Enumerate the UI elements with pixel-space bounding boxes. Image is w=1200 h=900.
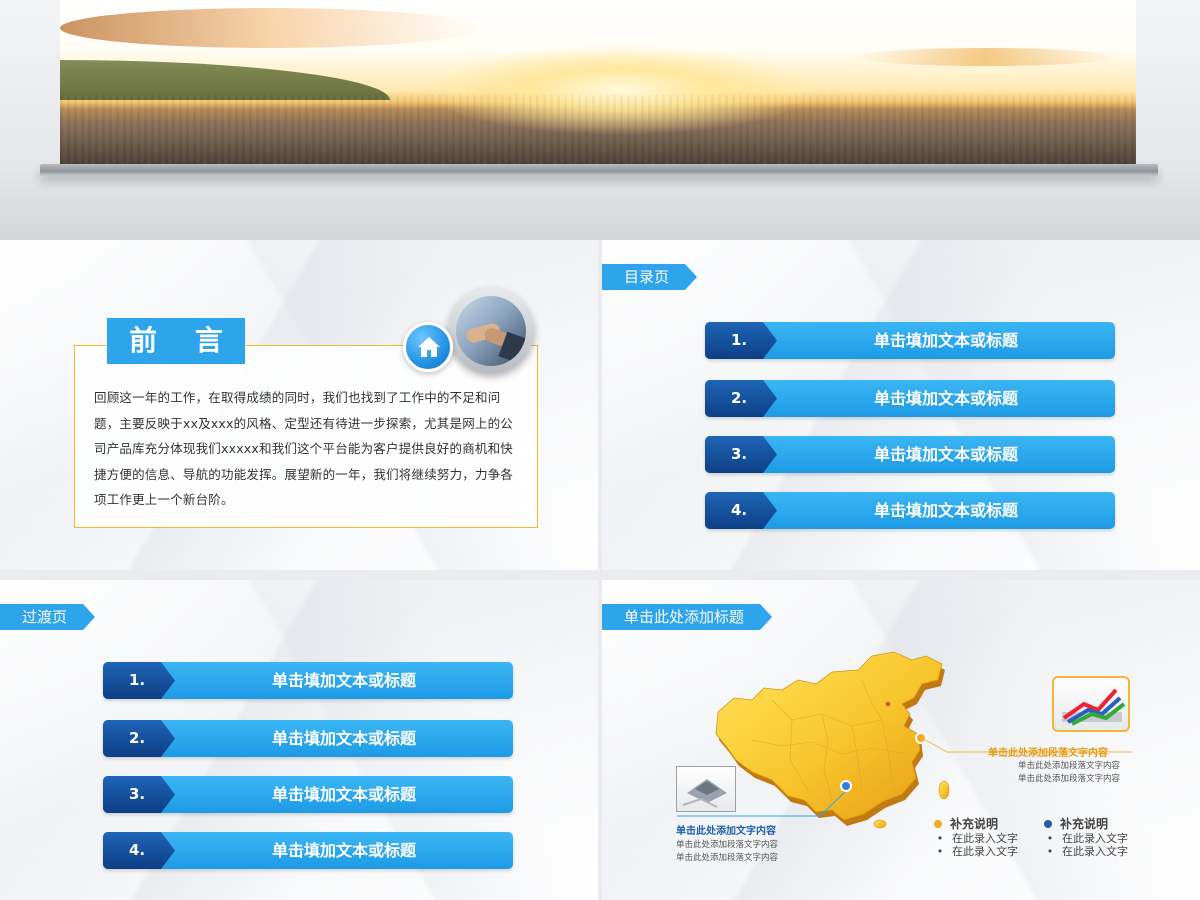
toc-item-label: 单击填加文本或标题 — [873, 389, 1018, 408]
transition-item-3[interactable]: 3. 单击填加文本或标题 — [103, 776, 513, 813]
preface-title: 前 言 — [107, 318, 245, 364]
legend-dot-blue — [1044, 820, 1052, 828]
transition-item-4[interactable]: 4. 单击填加文本或标题 — [103, 832, 513, 869]
legend-column-1: 补充说明 • 在此录入文字 • 在此录入文字 — [934, 817, 1018, 859]
transition-item-number: 4. — [103, 832, 175, 869]
toc-item-label: 单击填加文本或标题 — [873, 445, 1018, 464]
toc-item-number: 4. — [705, 492, 777, 529]
growth-chart-image — [1052, 676, 1130, 732]
home-icon — [403, 322, 453, 372]
toc-item-number: 1. — [705, 322, 777, 359]
legend-item: 在此录入文字 — [1062, 831, 1128, 845]
transition-item-label: 单击填加文本或标题 — [271, 785, 416, 804]
toc-slide[interactable]: 目录页 1. 单击填加文本或标题 2. 单击填加文本或标题 3. 单击填加文本或… — [602, 240, 1200, 570]
transition-item-number: 2. — [103, 720, 175, 757]
callout-left-line1: 单击此处添加段落文字内容 — [676, 840, 779, 850]
callout-left-line2: 单击此处添加段落文字内容 — [676, 853, 779, 863]
banner-shelf-bar — [40, 164, 1158, 176]
transition-item-number: 3. — [103, 776, 175, 813]
toc-item-number: 2. — [705, 380, 777, 417]
toc-item-2[interactable]: 2. 单击填加文本或标题 — [705, 380, 1115, 417]
transition-item-label: 单击填加文本或标题 — [271, 671, 416, 690]
legend-dot-orange — [934, 820, 942, 828]
callout-right-line2: 单击此处添加段落文字内容 — [1018, 774, 1121, 784]
transition-item-label: 单击填加文本或标题 — [271, 729, 416, 748]
transition-slide[interactable]: 过渡页 1. 单击填加文本或标题 2. 单击填加文本或标题 3. 单击填加文本或… — [0, 580, 598, 900]
toc-tag: 目录页 — [602, 264, 697, 290]
toc-item-3[interactable]: 3. 单击填加文本或标题 — [705, 436, 1115, 473]
preface-slide[interactable]: 前 言 回顾这一年的工作，在取得成绩的同时，我们也找到了工作中的不足和问题，主要… — [0, 240, 598, 570]
handshake-photo — [448, 288, 534, 374]
toc-item-label: 单击填加文本或标题 — [873, 501, 1018, 520]
model-house-image — [676, 766, 736, 812]
legend-item: 在此录入文字 — [952, 831, 1018, 845]
preface-body: 回顾这一年的工作，在取得成绩的同时，我们也找到了工作中的不足和问题，主要反映于x… — [94, 390, 514, 507]
map-slide[interactable]: 单击此处添加标题 单击此处添加段落文字内容 单击此处添加段落文字内容 单击此处添… — [602, 580, 1200, 900]
transition-item-label: 单击填加文本或标题 — [271, 841, 416, 860]
banner-slide — [0, 0, 1200, 240]
toc-item-number: 3. — [705, 436, 777, 473]
transition-item-1[interactable]: 1. 单击填加文本或标题 — [103, 662, 513, 699]
legend-item: 在此录入文字 — [952, 845, 1018, 858]
legend-item: 在此录入文字 — [1062, 845, 1128, 858]
legend-column-2: 补充说明 • 在此录入文字 • 在此录入文字 — [1044, 817, 1128, 859]
callout-left-title: 单击此处添加文字内容 — [676, 826, 776, 837]
sunset-road-photo — [60, 0, 1136, 165]
transition-item-2[interactable]: 2. 单击填加文本或标题 — [103, 720, 513, 757]
toc-item-4[interactable]: 4. 单击填加文本或标题 — [705, 492, 1115, 529]
callout-right-title: 单击此处添加段落文字内容 — [988, 748, 1108, 759]
toc-item-1[interactable]: 1. 单击填加文本或标题 — [705, 322, 1115, 359]
callout-right-line1: 单击此处添加段落文字内容 — [1018, 761, 1121, 771]
transition-tag: 过渡页 — [0, 604, 95, 630]
toc-item-label: 单击填加文本或标题 — [873, 331, 1018, 350]
transition-item-number: 1. — [103, 662, 175, 699]
legend-title: 补充说明 — [1060, 817, 1109, 831]
legend-title: 补充说明 — [950, 817, 999, 831]
